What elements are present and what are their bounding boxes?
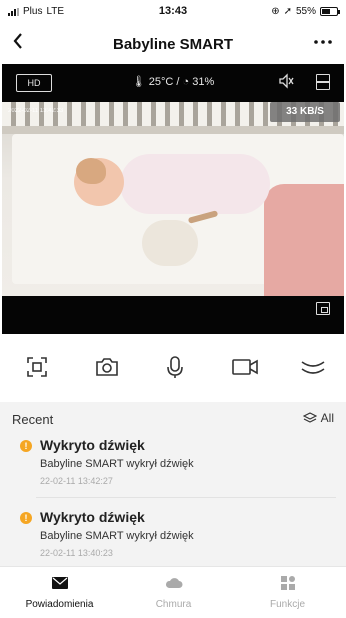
battery-icon bbox=[320, 7, 340, 16]
thermometer-icon: 🌡︎ bbox=[131, 76, 146, 88]
envelope-icon bbox=[2, 575, 117, 591]
tab-chmura[interactable]: Chmura bbox=[116, 575, 231, 610]
blanket bbox=[264, 184, 344, 296]
divider bbox=[36, 497, 336, 498]
baby-body bbox=[120, 154, 270, 214]
speaker-mute-icon[interactable] bbox=[278, 73, 294, 92]
event-item[interactable]: ! Wykryto dźwięk Babyline SMART wykrył d… bbox=[0, 508, 346, 564]
layout-icon[interactable] bbox=[316, 74, 330, 90]
tab-label: Chmura bbox=[155, 599, 192, 610]
camera-icon[interactable] bbox=[92, 350, 122, 384]
status-bar: Plus LTE 13:43 ⊕ ➚ 55% bbox=[0, 0, 346, 22]
temperature-value: 25°C bbox=[148, 76, 174, 88]
tab-bar: Powiadomienia Chmura Funkcje bbox=[0, 566, 346, 618]
warning-icon: ! bbox=[20, 512, 32, 524]
crib-rail-bar bbox=[2, 126, 344, 134]
event-description: Babyline SMART wykrył dźwięk bbox=[40, 458, 194, 470]
bitrate-badge: 33 KB/S bbox=[270, 102, 340, 122]
tab-funkcje[interactable]: Funkcje bbox=[230, 575, 345, 610]
event-description: Babyline SMART wykrył dźwięk bbox=[40, 530, 194, 542]
camera-controls bbox=[0, 350, 346, 386]
page-title: Babyline SMART bbox=[112, 36, 233, 53]
video-record-icon[interactable] bbox=[230, 350, 260, 384]
camera-toolbar: HD 🌡︎ 25°C / ◔ 31% bbox=[2, 64, 344, 102]
video-feed[interactable]: 2022-02-11 13:42:33 33 KB/S bbox=[2, 102, 344, 296]
humidity-value: 31% bbox=[192, 76, 215, 88]
expand-icon[interactable] bbox=[298, 350, 328, 384]
tab-powiadomienia[interactable]: Powiadomienia bbox=[2, 575, 117, 610]
cloud-icon bbox=[116, 575, 231, 591]
event-title: Wykryto dźwięk bbox=[40, 509, 145, 525]
fullscreen-icon[interactable] bbox=[22, 350, 52, 384]
grid-icon bbox=[230, 575, 345, 591]
plush-toy bbox=[142, 220, 198, 266]
more-icon[interactable] bbox=[312, 30, 334, 55]
all-button[interactable]: All bbox=[302, 411, 334, 425]
layers-icon bbox=[302, 412, 317, 423]
event-time: 22-02-11 13:42:27 bbox=[40, 476, 113, 486]
warning-icon: ! bbox=[20, 440, 32, 452]
status-right: ⊕ ➚ 55% bbox=[271, 6, 340, 17]
baby-hair bbox=[76, 158, 106, 184]
microphone-icon[interactable] bbox=[160, 350, 190, 384]
nav-bar: Babyline SMART bbox=[0, 28, 346, 62]
recent-heading: Recent bbox=[12, 412, 54, 427]
tab-label: Powiadomienia bbox=[25, 599, 94, 610]
alarm-icon: ⊕ bbox=[271, 6, 280, 17]
video-timestamp: 2022-02-11 13:42:33 bbox=[8, 108, 64, 114]
camera-bottom-bar bbox=[2, 296, 344, 334]
event-item[interactable]: ! Wykryto dźwięk Babyline SMART wykrył d… bbox=[0, 436, 346, 492]
location-icon: ➚ bbox=[283, 6, 292, 17]
picture-in-picture-icon[interactable] bbox=[316, 302, 330, 315]
separator: / bbox=[176, 76, 180, 88]
tab-label: Funkcje bbox=[269, 599, 305, 610]
event-time: 22-02-11 13:40:23 bbox=[40, 548, 113, 558]
event-title: Wykryto dźwięk bbox=[40, 437, 145, 453]
recent-panel: Recent All ! Wykryto dźwięk Babyline SMA… bbox=[0, 402, 346, 566]
battery-percent: 55% bbox=[295, 6, 316, 17]
all-label: All bbox=[320, 411, 334, 425]
humidity-icon: ◔ bbox=[182, 76, 190, 88]
